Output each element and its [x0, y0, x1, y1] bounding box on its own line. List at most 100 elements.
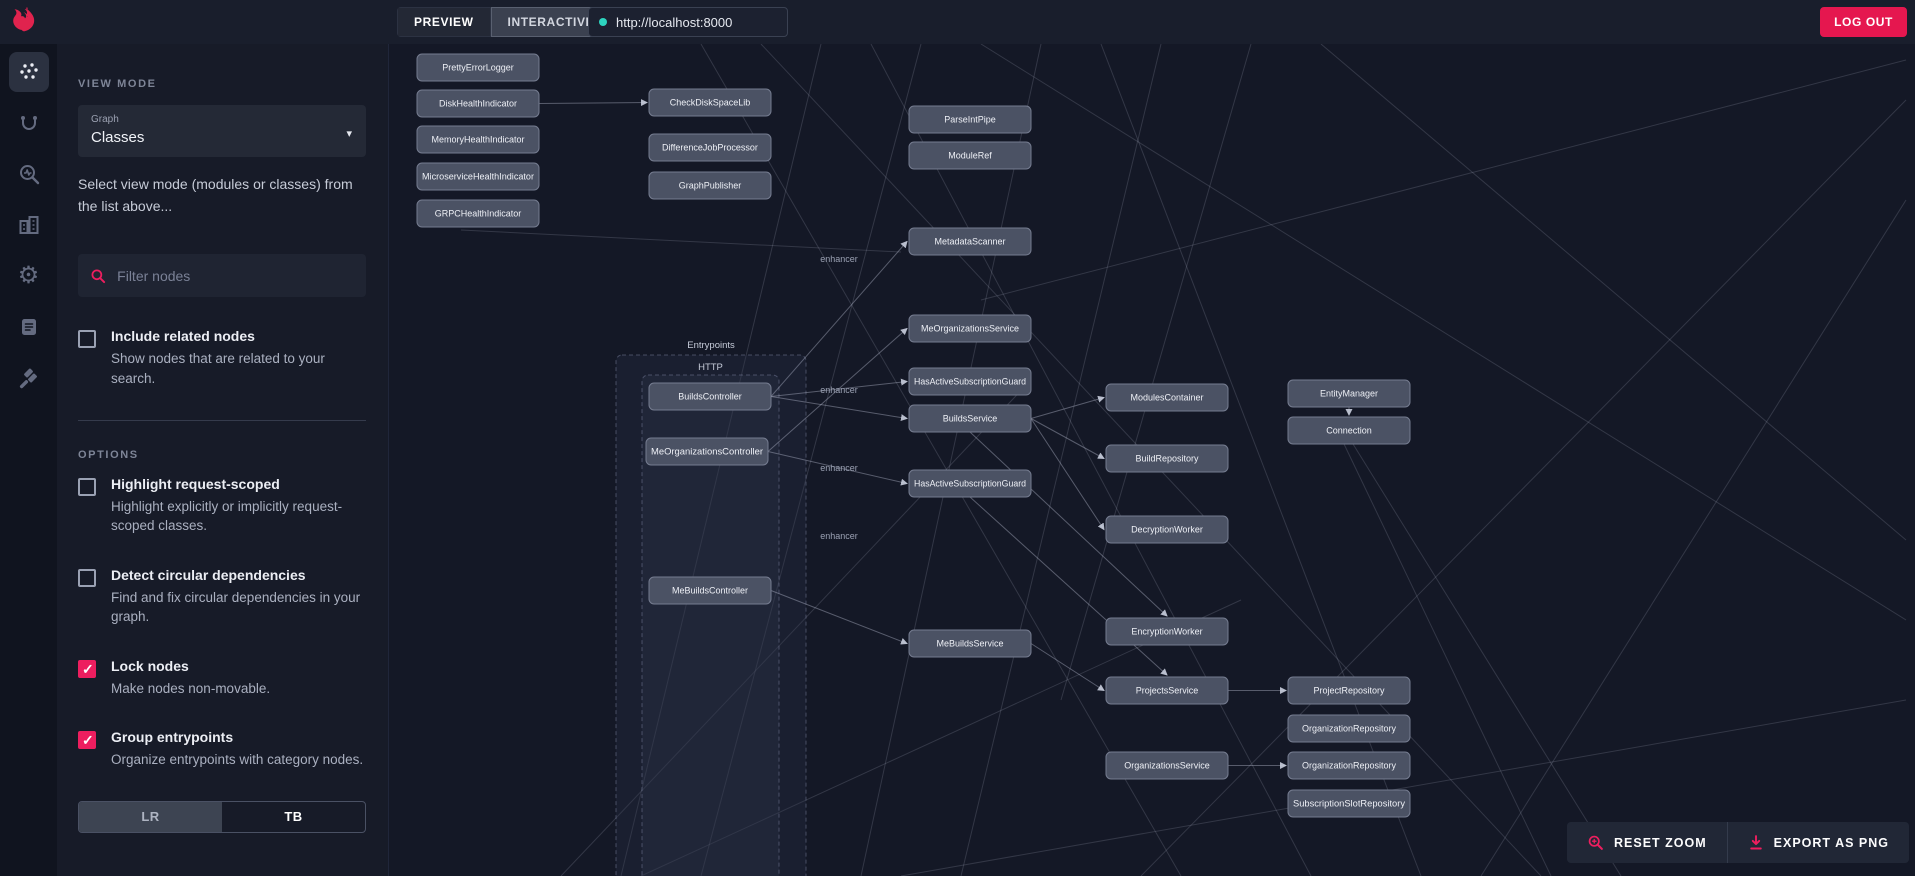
export-png-button[interactable]: EXPORT AS PNG: [1726, 822, 1909, 863]
graph-node[interactable]: MetadataScanner: [908, 227, 1032, 256]
group-entrypoints-checkbox[interactable]: [78, 731, 96, 750]
tab-preview[interactable]: PREVIEW: [397, 7, 491, 37]
download-icon: [1749, 835, 1762, 850]
zoom-reset-icon: [1588, 835, 1603, 850]
layout-tb-button[interactable]: TB: [222, 802, 365, 832]
view-mode-helper-text: Select view mode (modules or classes) fr…: [78, 176, 353, 214]
graph-node-label: GRPCHealthIndicator: [435, 209, 522, 219]
rail-item-inspect[interactable]: [9, 154, 49, 194]
lock-nodes-option[interactable]: Lock nodes Make nodes non-movable.: [78, 658, 366, 699]
highlight-request-scoped-checkbox[interactable]: [78, 477, 96, 496]
icon-rail: ⚙: [0, 44, 57, 876]
option-description: Organize entrypoints with category nodes…: [111, 752, 364, 768]
graph-node[interactable]: ModuleRef: [908, 141, 1032, 170]
graph-node[interactable]: HasActiveSubscriptionGuard: [908, 367, 1032, 396]
include-related-checkbox[interactable]: [78, 330, 96, 349]
logout-button[interactable]: LOG OUT: [1820, 7, 1907, 37]
graph-mode-select[interactable]: Graph Classes ▾: [78, 105, 366, 157]
options-heading: OPTIONS: [78, 448, 139, 461]
layout-direction-toggle: LR TB: [78, 800, 366, 833]
graph-node[interactable]: EntityManager: [1287, 379, 1411, 408]
option-description: Show nodes that are related to your sear…: [111, 351, 325, 386]
graph-node-label: OrganizationRepository: [1302, 724, 1397, 734]
graph-node-label: BuildRepository: [1135, 454, 1199, 464]
lock-nodes-checkbox[interactable]: [78, 659, 96, 678]
graph-node[interactable]: GRPCHealthIndicator: [416, 199, 540, 228]
layout-lr-button[interactable]: LR: [79, 801, 222, 832]
graph-node[interactable]: EncryptionWorker: [1105, 617, 1229, 646]
organization-icon: [19, 216, 38, 234]
graph-node[interactable]: OrganizationRepository: [1287, 751, 1411, 780]
graph-canvas[interactable]: Entrypoints HTTP enhancer enhancer enhancer e…: [388, 44, 1915, 876]
graph-node[interactable]: SubscriptionSlotRepository: [1287, 789, 1411, 818]
target-url-field[interactable]: http://localhost:8000: [588, 7, 788, 37]
graph-node[interactable]: GraphPublisher: [648, 171, 772, 200]
graph-node-label: ProjectsService: [1136, 686, 1199, 696]
logs-icon: [21, 319, 36, 335]
graph-node-label: ModulesContainer: [1130, 393, 1203, 403]
graph-node[interactable]: OrganizationsService: [1105, 751, 1229, 780]
graph-node[interactable]: ParseIntPipe: [908, 105, 1032, 134]
search-icon: [91, 269, 106, 283]
graph-nodes-icon: [19, 63, 38, 79]
include-related-option[interactable]: Include related nodes Show nodes that ar…: [78, 328, 366, 388]
graph-node[interactable]: ProjectsService: [1105, 676, 1229, 705]
graph-node-label: OrganizationRepository: [1302, 761, 1397, 771]
rail-item-routes[interactable]: [9, 103, 49, 143]
edge-label: enhancer: [820, 254, 858, 264]
graph-node[interactable]: CheckDiskSpaceLib: [648, 88, 772, 117]
option-title: Lock nodes: [111, 657, 189, 674]
graph-node[interactable]: Connection: [1287, 416, 1411, 445]
graph-node-label: MeBuildsService: [936, 639, 1003, 649]
graph-node[interactable]: OrganizationRepository: [1287, 714, 1411, 743]
graph-node-label: MeOrganizationsController: [651, 447, 763, 457]
rail-item-logs[interactable]: [9, 307, 49, 347]
highlight-request-scoped-option[interactable]: Highlight request-scoped Highlight expli…: [78, 476, 366, 536]
graph-node-label: BuildsService: [943, 414, 998, 424]
graph-node[interactable]: MeOrganizationsService: [908, 314, 1032, 343]
detect-circular-option[interactable]: Detect circular dependencies Find and fi…: [78, 567, 366, 627]
graph-node[interactable]: BuildsController: [648, 382, 772, 411]
rail-item-audit[interactable]: [9, 358, 49, 398]
option-title: Highlight request-scoped: [111, 475, 280, 492]
graph-node[interactable]: MeOrganizationsController: [645, 437, 769, 466]
option-description: Highlight explicitly or implicitly reque…: [111, 498, 343, 534]
graph-node[interactable]: HasActiveSubscriptionGuard: [908, 469, 1032, 498]
option-description: Make nodes non-movable.: [111, 680, 271, 696]
reset-zoom-button[interactable]: RESET ZOOM: [1567, 822, 1727, 863]
graph-node[interactable]: ProjectRepository: [1287, 676, 1411, 705]
graph-node[interactable]: ModulesContainer: [1105, 383, 1229, 412]
graph-node[interactable]: DecryptionWorker: [1105, 515, 1229, 544]
rail-item-graph[interactable]: [8, 52, 49, 92]
rail-item-organization[interactable]: [9, 205, 49, 245]
section-divider: [78, 419, 366, 421]
graph-node[interactable]: DifferenceJobProcessor: [648, 133, 772, 162]
graph-node[interactable]: BuildsService: [908, 404, 1032, 433]
edge-label: enhancer: [820, 385, 858, 395]
filter-nodes-input[interactable]: [117, 267, 354, 284]
graph-node-label: CheckDiskSpaceLib: [670, 98, 751, 108]
gavel-icon: [19, 368, 37, 389]
graph-node[interactable]: MeBuildsService: [908, 629, 1032, 658]
graph-node[interactable]: PrettyErrorLogger: [416, 53, 540, 82]
rail-item-settings[interactable]: ⚙: [9, 256, 49, 296]
graph-node-label: BuildsController: [678, 392, 742, 402]
group-label: Entrypoints: [687, 340, 735, 351]
graph-node-label: DecryptionWorker: [1131, 525, 1203, 535]
settings-sidebar: VIEW MODE Graph Classes ▾ Select view mo…: [57, 44, 388, 876]
graph-node[interactable]: MemoryHealthIndicator: [416, 125, 540, 154]
dependency-graph[interactable]: Entrypoints HTTP enhancer enhancer enhancer e…: [389, 44, 1915, 876]
graph-node-label: EncryptionWorker: [1131, 627, 1202, 637]
graph-node[interactable]: MeBuildsController: [648, 576, 772, 605]
top-bar: PREVIEW INTERACTIVE http://localhost:800…: [0, 0, 1915, 44]
detect-circular-checkbox[interactable]: [78, 568, 96, 587]
inspect-activity-icon: [19, 165, 39, 185]
graph-node-label: HasActiveSubscriptionGuard: [914, 377, 1026, 387]
graph-node-label: MeOrganizationsService: [921, 324, 1019, 334]
group-entrypoints-option[interactable]: Group entrypoints Organize entrypoints w…: [78, 729, 366, 770]
graph-node-label: HasActiveSubscriptionGuard: [914, 479, 1026, 489]
graph-node[interactable]: BuildRepository: [1105, 444, 1229, 473]
graph-node[interactable]: MicroserviceHealthIndicator: [416, 162, 540, 191]
graph-node[interactable]: DiskHealthIndicator: [416, 89, 540, 118]
filter-nodes-box[interactable]: [78, 254, 366, 298]
